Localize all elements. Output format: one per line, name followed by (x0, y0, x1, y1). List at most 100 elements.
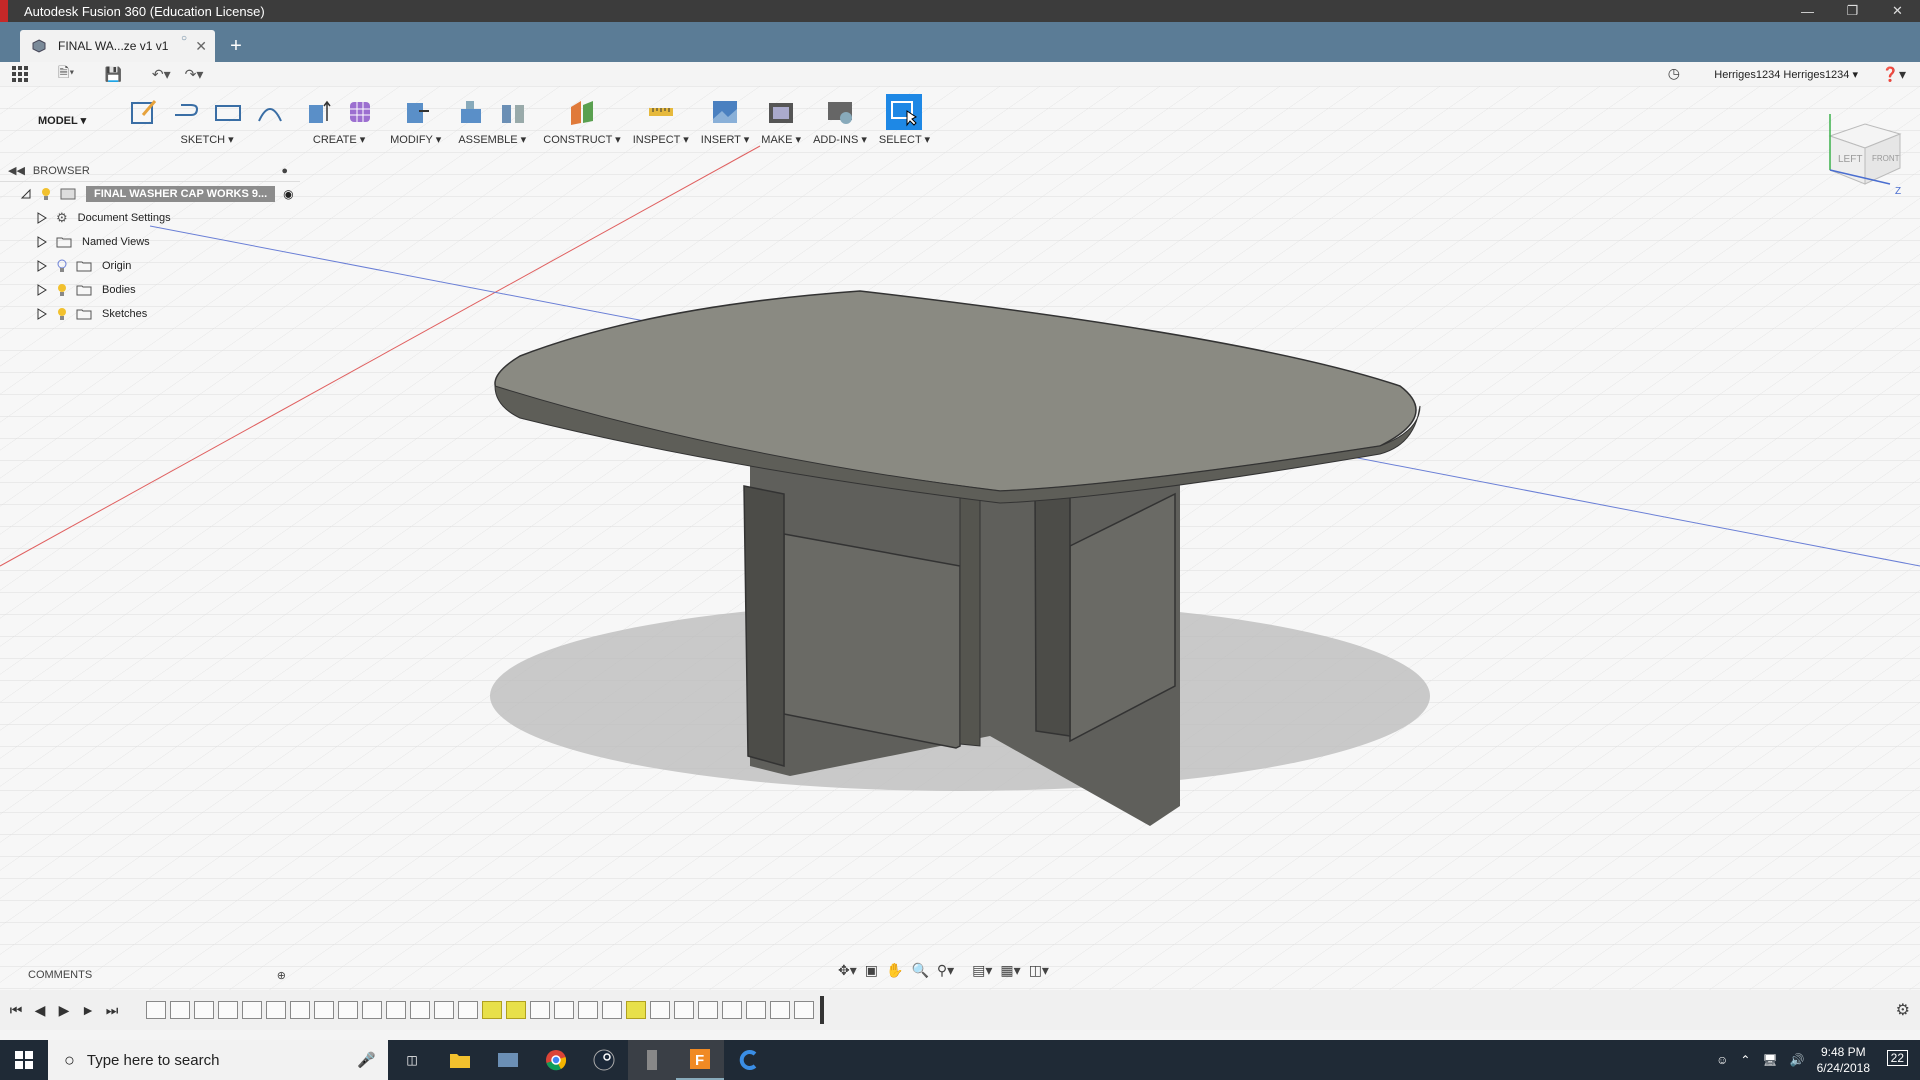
collapse-panel-icon[interactable]: ◀◀ (8, 164, 25, 177)
timeline-feature-icon[interactable] (146, 1001, 166, 1019)
viewcube-front-face[interactable]: FRONT (1872, 154, 1900, 163)
timeline-feature-icon[interactable] (170, 1001, 190, 1019)
timeline-feature-icon[interactable] (674, 1001, 694, 1019)
browser-options-icon[interactable]: ● (281, 165, 288, 177)
comments-add-icon[interactable]: ⊕ (277, 969, 286, 982)
app-grid-icon[interactable] (12, 62, 28, 86)
taskbar-clock[interactable]: 9:48 PM 6/24/2018 (1817, 1044, 1870, 1076)
rectangle-icon[interactable] (210, 94, 246, 130)
browser-item-named-views[interactable]: Named Views (0, 230, 300, 254)
expand-triangle-icon[interactable] (36, 284, 48, 296)
chrome-icon[interactable] (532, 1040, 580, 1080)
zoom-icon[interactable]: 🔍 (911, 962, 928, 979)
steam-icon[interactable] (580, 1040, 628, 1080)
timeline-feature-icon[interactable] (194, 1001, 214, 1019)
browser-item-document-settings[interactable]: ⚙ Document Settings (0, 206, 300, 230)
line-icon[interactable] (168, 94, 204, 130)
make-menu[interactable]: MAKE ▾ (761, 133, 801, 146)
timeline-feature-icon[interactable] (602, 1001, 622, 1019)
timeline-feature-icon[interactable] (794, 1001, 814, 1019)
collapse-triangle-icon[interactable] (20, 188, 32, 200)
photos-app-icon[interactable] (484, 1040, 532, 1080)
timeline-feature-icon[interactable] (482, 1001, 502, 1019)
visibility-bulb-icon[interactable] (56, 307, 68, 321)
save-icon[interactable]: 💾 (104, 62, 121, 86)
fusion-360-taskbar-icon[interactable]: F (676, 1040, 724, 1080)
timeline-feature-icon[interactable] (314, 1001, 334, 1019)
timeline-feature-icon[interactable] (746, 1001, 766, 1019)
task-view-icon[interactable]: ◫ (388, 1040, 436, 1080)
timeline-feature-icon[interactable] (770, 1001, 790, 1019)
timeline-feature-icon[interactable] (506, 1001, 526, 1019)
joint-icon[interactable] (495, 94, 531, 130)
expand-triangle-icon[interactable] (36, 260, 48, 272)
select-menu[interactable]: SELECT ▾ (879, 133, 930, 146)
fit-icon[interactable]: ⚲▾ (937, 962, 954, 979)
insert-image-icon[interactable] (707, 94, 743, 130)
expand-triangle-icon[interactable] (36, 236, 48, 248)
browser-root-row[interactable]: FINAL WASHER CAP WORKS 9... ◉ (0, 182, 300, 206)
people-icon[interactable]: ☺ (1716, 1053, 1728, 1067)
minimize-button[interactable]: — (1785, 0, 1830, 22)
network-icon[interactable]: 🖥 (1762, 1053, 1777, 1067)
create-form-icon[interactable] (342, 94, 378, 130)
timeline-feature-icon[interactable] (242, 1001, 262, 1019)
taskbar-search-box[interactable]: ○ Type here to search 🎤 (48, 1040, 388, 1080)
timeline-feature-icon[interactable] (218, 1001, 238, 1019)
workspace-switcher[interactable]: MODEL ▾ (38, 114, 86, 127)
viewcube-left-face[interactable]: LEFT (1838, 154, 1862, 165)
show-hidden-icons[interactable]: ⌃ (1740, 1053, 1750, 1067)
addins-menu[interactable]: ADD-INS ▾ (813, 133, 867, 146)
pan-hand-icon[interactable]: ✋ (886, 962, 903, 979)
timeline-feature-icon[interactable] (578, 1001, 598, 1019)
go-to-end-icon[interactable]: ⏭ (100, 1000, 124, 1020)
offset-plane-icon[interactable] (564, 94, 600, 130)
new-tab-button[interactable]: + (222, 32, 250, 60)
document-tab[interactable]: FINAL WA...ze v1 v1 ○ ✕ (20, 30, 215, 62)
timeline-marker[interactable] (820, 996, 824, 1024)
play-icon[interactable]: ▶ (52, 1000, 76, 1020)
browser-item-sketches[interactable]: Sketches (0, 302, 300, 326)
view-cube[interactable]: LEFT FRONT Z (1810, 106, 1910, 197)
create-menu[interactable]: CREATE ▾ (313, 133, 365, 146)
close-tab-icon[interactable]: ✕ (195, 38, 207, 55)
timeline-feature-icon[interactable] (626, 1001, 646, 1019)
file-explorer-icon[interactable] (436, 1040, 484, 1080)
modify-menu[interactable]: MODIFY ▾ (390, 133, 441, 146)
new-component-icon[interactable] (453, 94, 489, 130)
look-at-icon[interactable]: ▣ (865, 962, 878, 979)
visibility-bulb-icon[interactable] (40, 187, 52, 201)
user-account-menu[interactable]: Herriges1234 Herriges1234 ▾ (1714, 68, 1858, 81)
expand-triangle-icon[interactable] (36, 308, 48, 320)
file-menu-icon[interactable]: 🗎▾ (58, 62, 74, 86)
visibility-bulb-off-icon[interactable] (56, 259, 68, 273)
display-settings-icon[interactable]: ▤▾ (972, 962, 992, 979)
microphone-icon[interactable]: 🎤 (357, 1051, 376, 1069)
assemble-menu[interactable]: ASSEMBLE ▾ (458, 133, 526, 146)
expand-triangle-icon[interactable] (36, 212, 48, 224)
job-status-icon[interactable]: ◷ (1668, 65, 1680, 82)
timeline-feature-icon[interactable] (698, 1001, 718, 1019)
timeline-feature-icon[interactable] (410, 1001, 430, 1019)
timeline-feature-icon[interactable] (290, 1001, 310, 1019)
3d-print-icon[interactable] (763, 94, 799, 130)
grid-settings-icon[interactable]: ▦▾ (1000, 962, 1020, 979)
extrude-icon[interactable] (300, 94, 336, 130)
press-pull-icon[interactable] (398, 94, 434, 130)
timeline-feature-icon[interactable] (722, 1001, 742, 1019)
ccleaner-icon[interactable] (724, 1040, 772, 1080)
game-app-icon[interactable] (628, 1040, 676, 1080)
sketch-menu[interactable]: SKETCH ▾ (181, 133, 234, 146)
visibility-bulb-icon[interactable] (56, 283, 68, 297)
viewports-icon[interactable]: ◫▾ (1029, 962, 1049, 979)
go-to-start-icon[interactable]: ⏮ (4, 1000, 28, 1020)
step-forward-icon[interactable]: ► (76, 1000, 100, 1020)
windows-start-icon[interactable] (0, 1040, 48, 1080)
timeline-feature-icon[interactable] (434, 1001, 454, 1019)
action-center-icon[interactable]: 22 (1886, 1050, 1908, 1066)
help-icon[interactable]: ❓▾ (1882, 66, 1906, 83)
timeline-settings-icon[interactable]: ⚙ (1896, 1000, 1910, 1020)
timeline-feature-icon[interactable] (458, 1001, 478, 1019)
timeline-feature-icon[interactable] (650, 1001, 670, 1019)
arc-icon[interactable] (252, 94, 288, 130)
